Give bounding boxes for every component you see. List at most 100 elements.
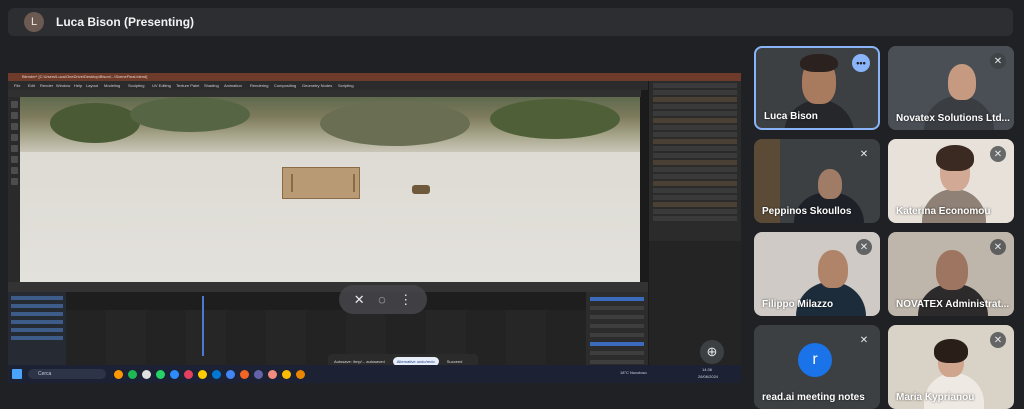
outliner-row[interactable] [653, 146, 737, 151]
participant-hair [800, 54, 838, 72]
participant-tile[interactable]: ✕ NOVATEX Administrat... [888, 232, 1014, 316]
menu-item[interactable]: Edit [28, 83, 35, 88]
sidebar-field[interactable] [590, 306, 644, 310]
menu-item[interactable]: Animation [224, 83, 242, 88]
menu-item[interactable]: Compositing [274, 83, 296, 88]
sidebar-field[interactable] [590, 351, 644, 355]
outliner-row[interactable] [653, 216, 737, 221]
blender-properties-panel[interactable] [648, 241, 741, 383]
playhead-marker[interactable] [202, 296, 204, 356]
blender-3d-viewport[interactable] [20, 97, 640, 282]
menu-item[interactable]: Window [56, 83, 70, 88]
annotate-tool-icon[interactable] [10, 167, 18, 174]
participant-name: Katerina Economou [896, 206, 991, 217]
channel-row[interactable] [11, 328, 63, 332]
participant-tile[interactable]: ✕ Katerina Economou [888, 139, 1014, 223]
sidebar-field[interactable] [590, 333, 644, 337]
app-icon[interactable] [296, 370, 305, 379]
app-icon[interactable] [170, 370, 179, 379]
outliner-row[interactable] [653, 111, 737, 116]
channel-row[interactable] [11, 312, 63, 316]
outliner-row[interactable] [653, 139, 737, 144]
menu-item[interactable]: Render [40, 83, 53, 88]
channel-row[interactable] [11, 336, 63, 340]
sidebar-field[interactable] [590, 360, 644, 364]
participant-tile[interactable]: ✕ Filippo Milazzo [754, 232, 880, 316]
channel-row[interactable] [11, 296, 63, 300]
participant-tile[interactable]: ✕ Novatex Solutions Ltd... [888, 46, 1014, 130]
participant-tile[interactable]: ✕ Peppinos Skoullos [754, 139, 880, 223]
outliner-row[interactable] [653, 181, 737, 186]
outliner-row[interactable] [653, 118, 737, 123]
participant-face [818, 169, 842, 199]
channel-row[interactable] [11, 304, 63, 308]
outliner-row[interactable] [653, 97, 737, 102]
channel-row[interactable] [11, 320, 63, 324]
taskbar-search-input[interactable]: Cerca [28, 369, 106, 379]
app-icon[interactable] [254, 370, 263, 379]
menu-item[interactable]: Layout [86, 83, 98, 88]
menu-item[interactable]: Geometry Nodes [302, 83, 332, 88]
zoom-in-icon[interactable]: ⊕ [700, 340, 724, 364]
sidebar-field[interactable] [590, 324, 644, 328]
rotate-tool-icon[interactable] [10, 134, 18, 141]
windows-start-icon[interactable] [12, 369, 22, 379]
pin-off-icon[interactable]: ✕ [354, 293, 365, 306]
outliner-row[interactable] [653, 90, 737, 95]
whatsapp-icon[interactable] [156, 370, 165, 379]
outliner-row[interactable] [653, 209, 737, 214]
select-tool-icon[interactable] [10, 101, 18, 108]
outliner-row[interactable] [653, 188, 737, 193]
participant-face [936, 250, 968, 290]
menu-item[interactable]: Sculpting [128, 83, 144, 88]
app-icon[interactable] [184, 370, 193, 379]
blender-outliner[interactable] [648, 81, 741, 241]
app-icon[interactable] [114, 370, 123, 379]
participant-tile[interactable]: ✕ Maria Kyprianou [888, 325, 1014, 409]
animal-model-object[interactable] [412, 185, 430, 194]
outliner-row[interactable] [653, 104, 737, 109]
sidebar-field[interactable] [590, 297, 644, 301]
outliner-row[interactable] [653, 83, 737, 88]
more-options-icon[interactable]: ••• [852, 54, 870, 72]
transform-tool-icon[interactable] [10, 156, 18, 163]
outliner-row[interactable] [653, 195, 737, 200]
move-tool-icon[interactable] [10, 123, 18, 130]
blender-dope-sheet[interactable] [8, 292, 648, 373]
app-icon[interactable] [142, 370, 151, 379]
wooden-crate-object[interactable] [282, 167, 360, 199]
chrome-icon[interactable] [226, 370, 235, 379]
cursor-tool-icon[interactable] [10, 112, 18, 119]
app-icon[interactable] [282, 370, 291, 379]
menu-item[interactable]: Scripting [338, 83, 354, 88]
folder-icon[interactable] [198, 370, 207, 379]
menu-item[interactable]: UV Editing [152, 83, 171, 88]
scale-tool-icon[interactable] [10, 145, 18, 152]
more-vert-icon[interactable]: ⋮ [399, 293, 412, 306]
measure-tool-icon[interactable] [10, 178, 18, 185]
outliner-row[interactable] [653, 167, 737, 172]
presenter-title: Luca Bison (Presenting) [56, 15, 195, 29]
spotify-icon[interactable] [128, 370, 137, 379]
outliner-row[interactable] [653, 160, 737, 165]
menu-item[interactable]: File [14, 83, 20, 88]
menu-item[interactable]: Modeling [104, 83, 120, 88]
outliner-row[interactable] [653, 125, 737, 130]
outliner-row[interactable] [653, 153, 737, 158]
edge-icon[interactable] [212, 370, 221, 379]
blender-icon[interactable] [240, 370, 249, 379]
app-icon[interactable] [268, 370, 277, 379]
menu-item[interactable]: Texture Paint [176, 83, 199, 88]
menu-item[interactable]: Rendering [250, 83, 268, 88]
menu-item[interactable]: Help [74, 83, 82, 88]
participant-tile[interactable]: r ✕ read.ai meeting notes [754, 325, 880, 409]
speaker-off-icon[interactable]: ◌ [378, 293, 386, 306]
participant-tile[interactable]: ••• Luca Bison [754, 46, 880, 130]
sidebar-field[interactable] [590, 315, 644, 319]
outliner-row[interactable] [653, 174, 737, 179]
menu-item[interactable]: Shading [204, 83, 219, 88]
outliner-row[interactable] [653, 202, 737, 207]
sidebar-field[interactable] [590, 342, 644, 346]
outliner-row[interactable] [653, 132, 737, 137]
shared-screen[interactable]: Blender* [C:\Users\Luca\OneDrive\Desktop… [8, 73, 741, 383]
